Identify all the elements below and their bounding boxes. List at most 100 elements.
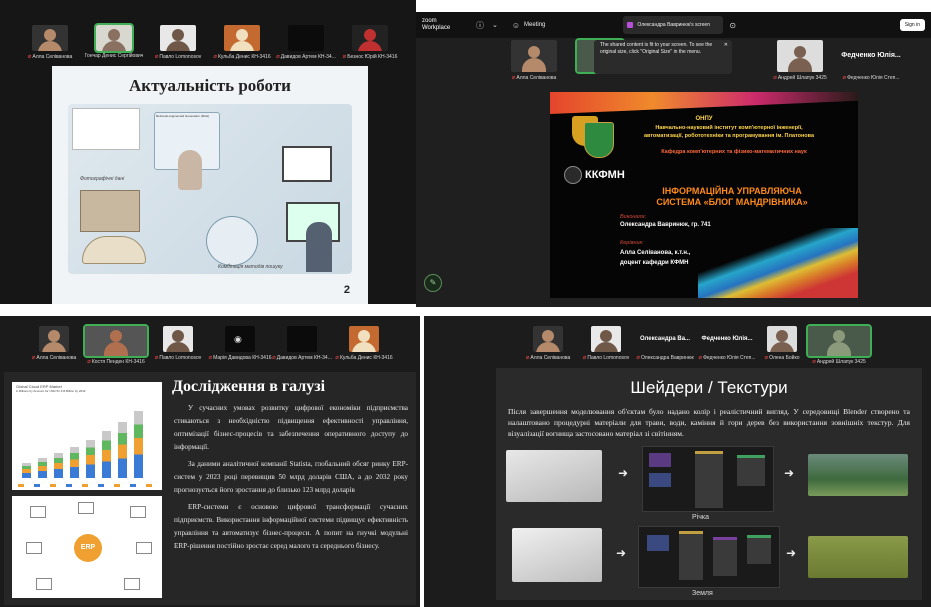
participant-tile[interactable]: ⌀ Павло Lomonosov — [148, 25, 208, 60]
participant-tile[interactable]: ◉ ⌀ Марія Давидова КН-3416 — [209, 326, 272, 361]
market-chart: Global Cloud ERP Market in Billions by A… — [12, 382, 162, 490]
chart-bar — [70, 446, 79, 478]
view-options-icon[interactable]: ⊙ — [729, 21, 736, 30]
sign-in-button[interactable]: Sign in — [899, 19, 925, 31]
shared-slide: Шейдери / Текстури Після завершення моде… — [496, 368, 922, 600]
participant-video — [39, 326, 69, 352]
muted-mic-icon: ⌀ — [511, 75, 516, 81]
muted-mic-icon: ⌀ — [31, 355, 36, 361]
participant-video — [511, 40, 557, 72]
participant-tile[interactable]: ⌀ Олена Бойко — [760, 326, 804, 361]
participant-tile[interactable]: Гончар Денис Сергійович — [84, 23, 144, 59]
muted-mic-icon: ⌀ — [335, 355, 339, 361]
supervisor-title: доцент кафедри КФМН — [620, 260, 689, 266]
participant-tile[interactable]: ⌀ Андрей Шлапук 3425 — [770, 40, 830, 81]
institute-name: Навчально-науковий інститут комп'ютерної… — [643, 125, 815, 139]
participant-video — [94, 23, 134, 53]
text-box — [72, 108, 140, 150]
participant-name: Андрей Шлапук 3425 — [816, 358, 866, 365]
slide-title: ІНФОРМАЦІЙНА УПРАВЛЯЮЧА СИСТЕМА «БЛОГ МА… — [626, 186, 838, 208]
chart-legend — [18, 484, 156, 487]
participant-tile[interactable]: ⌀ Павло Lomonosov — [148, 326, 208, 361]
participant-tile[interactable]: ⌀ Давидов Артем КН-34... — [276, 25, 336, 60]
participant-video — [349, 326, 379, 352]
photo-stack — [80, 190, 140, 232]
module-icon — [78, 502, 94, 514]
close-icon[interactable]: ✕ — [724, 42, 728, 49]
participant-name: Алла Селіванова — [36, 354, 77, 361]
module-icon — [136, 542, 152, 554]
supervisor-label: Керівник: — [620, 240, 644, 246]
participant-tile[interactable]: Федченко Юлія... ⌀ Федченко Юлія Степ... — [696, 326, 758, 361]
participant-name: Павло Lomonosov — [159, 354, 202, 361]
participant-video — [352, 25, 388, 51]
muted-mic-icon: ⌀ — [154, 355, 159, 361]
participant-tile[interactable]: ⌀ Костя Пенден КН-3416 — [83, 324, 149, 365]
participant-video — [224, 25, 260, 51]
muted-mic-icon: ⌀ — [276, 54, 280, 60]
app-name: zoom Workplace — [422, 18, 451, 31]
node-editor — [638, 526, 780, 588]
participant-tile[interactable]: ⌀ Алла Селіванова — [504, 40, 564, 81]
participant-video — [83, 324, 149, 358]
university-crest-icon — [584, 122, 614, 158]
participant-video — [287, 326, 317, 352]
participant-tile[interactable]: ⌀ Кульба Денис КН-3416 — [212, 25, 272, 60]
participant-tile[interactable]: ⌀ Кульба Денис КН-3416 — [334, 326, 394, 361]
arrow-right-icon: ➜ — [784, 466, 795, 480]
share-indicator[interactable]: Олександра Вавринюк's screen — [623, 16, 724, 34]
chart-subtitle: in Billions by Account for USD 51.6 B Bi… — [16, 389, 86, 393]
paragraph: За даними аналітичної компанії Statista,… — [174, 460, 408, 494]
render-result — [808, 454, 908, 496]
participant-tile[interactable]: ⌀ Безнос Юрій КН-3416 — [340, 25, 400, 60]
muted-mic-icon: ⌀ — [87, 359, 91, 365]
meeting-tab[interactable]: Meeting — [524, 22, 545, 28]
participant-video — [288, 25, 324, 51]
mask-icon: ◉ — [234, 334, 242, 344]
arrow-right-icon: ➜ — [616, 546, 627, 560]
caption: Річка — [692, 514, 709, 521]
participant-video — [163, 326, 193, 352]
shared-slide: Актуальність роботи Retrieval-Augmented … — [52, 66, 368, 304]
info-icon[interactable]: ⓘ — [476, 20, 484, 31]
participant-name: Олена Бойко — [769, 354, 800, 361]
arrow-right-icon: ➜ — [618, 466, 629, 480]
participant-video — [32, 25, 68, 51]
muted-mic-icon: ⌀ — [154, 54, 159, 60]
render-thumbnail — [512, 528, 602, 582]
shared-slide: ОНПУ Навчально-науковий інститут комп'ют… — [550, 92, 858, 298]
participant-video — [806, 324, 872, 358]
participant-name: Алла Селіванова — [516, 74, 557, 81]
cat-icon — [564, 166, 582, 184]
slide-body: У сучасних умовах розвитку цифрової екон… — [174, 402, 408, 553]
title-line-2: СИСТЕМА «БЛОГ МАНДРІВНИКА» — [656, 197, 808, 207]
monitor-icon — [282, 146, 332, 182]
muted-mic-icon: ⌀ — [272, 355, 276, 361]
participant-tile[interactable]: ⌀ Андрей Шлапук 3425 — [806, 324, 872, 365]
node-editor — [642, 446, 774, 512]
erp-label: ERP — [80, 544, 96, 551]
participant-tile[interactable]: ⌀ Алла Селіванова — [520, 326, 576, 361]
participant-strip: ⌀ Алла Селіванова ⌀ Павло Lomonosov Олекса… — [520, 324, 931, 365]
participant-name: Марія Давидова КН-3416 — [213, 354, 272, 361]
participant-tile[interactable]: Олександра Ва... ⌀ Олександра Вавринюк — [636, 326, 694, 361]
node — [747, 535, 771, 564]
participant-tile[interactable]: Федченко Юлія... ⌀ Федченко Юлія Степ... — [836, 40, 906, 81]
muted-mic-icon: ⌀ — [773, 75, 777, 81]
photo-label: Фотографічні дані — [80, 176, 125, 182]
participant-name: Кульба Денис КН-3416 — [217, 53, 271, 60]
participant-tile[interactable]: ⌀ Давидов Артем КН-34... — [272, 326, 332, 361]
node — [713, 537, 737, 576]
supervisor-name: Алла Селіванова, к.т.н., — [620, 250, 691, 256]
participant-video — [591, 326, 621, 352]
participant-name: Алла Селіванова — [530, 354, 571, 361]
participant-tile[interactable]: ⌀ Алла Селіванова — [24, 326, 84, 361]
participant-tile[interactable]: ⌀ Павло Lomonosov — [578, 326, 634, 361]
chart-bar — [134, 411, 143, 478]
annotate-button[interactable]: ✎ — [424, 274, 442, 292]
muted-mic-icon: ⌀ — [582, 355, 587, 361]
chevron-down-icon[interactable]: ⌄ — [492, 21, 498, 29]
participant-video — [533, 326, 563, 352]
muted-mic-icon: ⌀ — [842, 75, 847, 81]
participant-tile[interactable]: ⌀ Алла Селіванова — [20, 25, 80, 60]
